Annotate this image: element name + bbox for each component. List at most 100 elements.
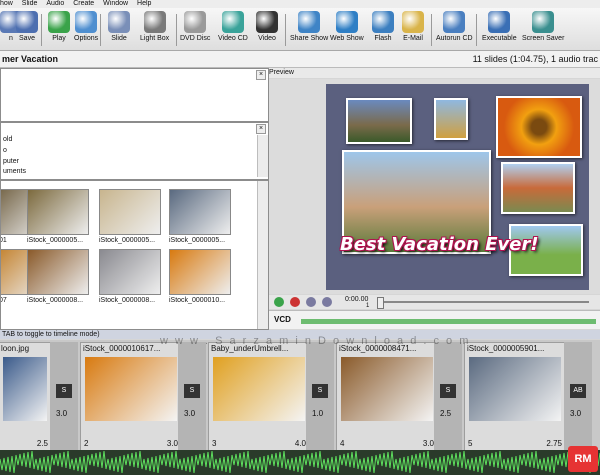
thumbnail-label: iStock_0000005... <box>99 237 156 244</box>
tree-item[interactable]: o <box>3 147 7 154</box>
autorun-cd-button[interactable]: Autorun CD <box>436 11 473 42</box>
menu-item-slideshow[interactable]: how <box>0 0 13 8</box>
toolbar-separator <box>100 14 101 46</box>
menu-item-audio[interactable]: Audio <box>46 0 64 8</box>
slide-number: 3 <box>212 439 217 448</box>
transition[interactable]: S 3.0 <box>50 342 78 450</box>
seek-bar[interactable] <box>379 301 589 303</box>
thumbnail-scrollbar[interactable] <box>257 181 268 329</box>
options-button[interactable]: Options <box>74 11 98 42</box>
vcd-icon <box>221 11 244 33</box>
preview-photo-flower <box>496 96 582 158</box>
lightbox-icon <box>143 11 166 33</box>
executable-button[interactable]: Executable <box>482 11 517 42</box>
thumbnail-image[interactable] <box>169 189 231 235</box>
timeline-slide[interactable]: Baby_underUmbrell... 3 4.0 <box>208 342 310 452</box>
toolbar-button-label: Autorun CD <box>436 35 473 42</box>
stop-icon[interactable] <box>290 297 300 307</box>
timeline-slide[interactable]: iStock_0000008471... 4 3.0 <box>336 342 438 452</box>
tree-scrollbar[interactable] <box>257 135 268 177</box>
thumbnail-image[interactable] <box>169 249 231 295</box>
preview-photo-rock <box>346 98 412 144</box>
toolbar: n Save Play Options Slide Light Box DVD Disc Vi… <box>0 8 600 51</box>
video-icon <box>256 11 278 33</box>
toolbar-button-label: Share Show <box>290 35 329 42</box>
thumbnail-label: iStock_0000008... <box>27 297 84 304</box>
tree-item[interactable]: uments <box>3 168 26 175</box>
slide-thumbnail <box>85 357 177 421</box>
transition[interactable]: S 2.5 <box>434 342 462 450</box>
transition-duration: 2.5 <box>440 409 452 418</box>
toolbar-button-label: Light Box <box>140 35 170 42</box>
preview-photo-balloon <box>434 98 468 140</box>
screensaver-icon <box>532 11 555 33</box>
dvd-icon <box>184 11 207 33</box>
timeline-slide[interactable]: iStock_0000005901... 5 2.75 <box>464 342 566 452</box>
slide-name: iStock_0000010617... <box>83 344 161 353</box>
timeline-slide[interactable]: iStock_0000010617... 2 3.0 <box>80 342 182 452</box>
slide-name: loon.jpg <box>1 344 30 353</box>
transition-icon: S <box>312 384 328 398</box>
play-icon[interactable] <box>274 297 284 307</box>
close-icon[interactable]: × <box>256 124 266 134</box>
toolbar-button-label: n <box>9 35 13 42</box>
audio-track[interactable] <box>0 450 600 475</box>
thumbnail-label: 01 <box>1 237 7 244</box>
seek-handle[interactable] <box>377 297 384 309</box>
thumbnail-label: iStock_0000010... <box>169 297 226 304</box>
menu-item-create[interactable]: Create <box>73 0 94 8</box>
thumbnail-label: iStock_0000005... <box>27 237 84 244</box>
thumbnail-browser: 01 iStock_0000005... iStock_0000005... iSto… <box>0 180 269 330</box>
transition-icon: S <box>184 384 200 398</box>
thumbnail-image[interactable] <box>99 249 161 295</box>
playback-time: 0:00.00 <box>345 296 369 303</box>
timeline-slide[interactable]: loon.jpg 2.5 <box>0 342 52 452</box>
transition-duration: 3.0 <box>56 409 68 418</box>
menu-item-slide[interactable]: Slide <box>22 0 38 8</box>
tree-item[interactable]: old <box>3 136 12 143</box>
play-button[interactable]: Play <box>48 11 70 42</box>
dvd-disc-button[interactable]: DVD Disc <box>180 11 210 42</box>
toolbar-button-label: Save <box>19 35 35 42</box>
save-button[interactable]: Save <box>16 11 38 42</box>
thumbnail-label: iStock_0000008... <box>99 297 156 304</box>
thumbnail-label: iStock_0000005... <box>169 237 226 244</box>
next-icon[interactable] <box>322 297 332 307</box>
transition[interactable]: AB 3.0 <box>564 342 592 450</box>
close-icon[interactable]: × <box>256 70 266 80</box>
watermark-logo: RM <box>568 446 598 472</box>
web-show-button[interactable]: Web Show <box>330 11 364 42</box>
thumbnail-image[interactable] <box>27 189 89 235</box>
tree-item[interactable]: puter <box>3 158 19 165</box>
slide-thumbnail <box>341 357 433 421</box>
slide-number: 4 <box>340 439 345 448</box>
e-mail-button[interactable]: E-Mail <box>402 11 424 42</box>
transition-duration: 1.0 <box>312 409 324 418</box>
light-box-button[interactable]: Light Box <box>140 11 169 42</box>
flash-button[interactable]: Flash <box>372 11 394 42</box>
menu-item-window[interactable]: Window <box>103 0 128 8</box>
folder-pane: × <box>0 68 269 122</box>
transition-duration: 3.0 <box>570 409 582 418</box>
share-show-button[interactable]: Share Show <box>290 11 328 42</box>
thumbnail-image[interactable] <box>99 189 161 235</box>
slide-button[interactable]: Slide <box>108 11 130 42</box>
preview-header: Preview <box>269 68 600 78</box>
transition-icon: S <box>56 384 72 398</box>
transition-icon: AB <box>570 384 586 398</box>
video-button[interactable]: Video <box>256 11 278 42</box>
slide-duration: 3.0 <box>166 439 178 448</box>
transition[interactable]: S 1.0 <box>306 342 334 450</box>
preview-banner-text: Best Vacation Ever! <box>340 234 539 255</box>
transition-duration: 3.0 <box>184 409 196 418</box>
slide-name: iStock_0000005901... <box>467 344 545 353</box>
menu-item-help[interactable]: Help <box>137 0 151 8</box>
email-icon <box>402 11 424 33</box>
screen-saver-button[interactable]: Screen Saver <box>522 11 564 42</box>
slide-duration: 2.75 <box>546 439 562 448</box>
transition[interactable]: S 3.0 <box>178 342 206 450</box>
prev-icon[interactable] <box>306 297 316 307</box>
playback-time-sub: 1 <box>366 303 370 309</box>
video-cd-button[interactable]: Video CD <box>218 11 248 42</box>
thumbnail-image[interactable] <box>27 249 89 295</box>
